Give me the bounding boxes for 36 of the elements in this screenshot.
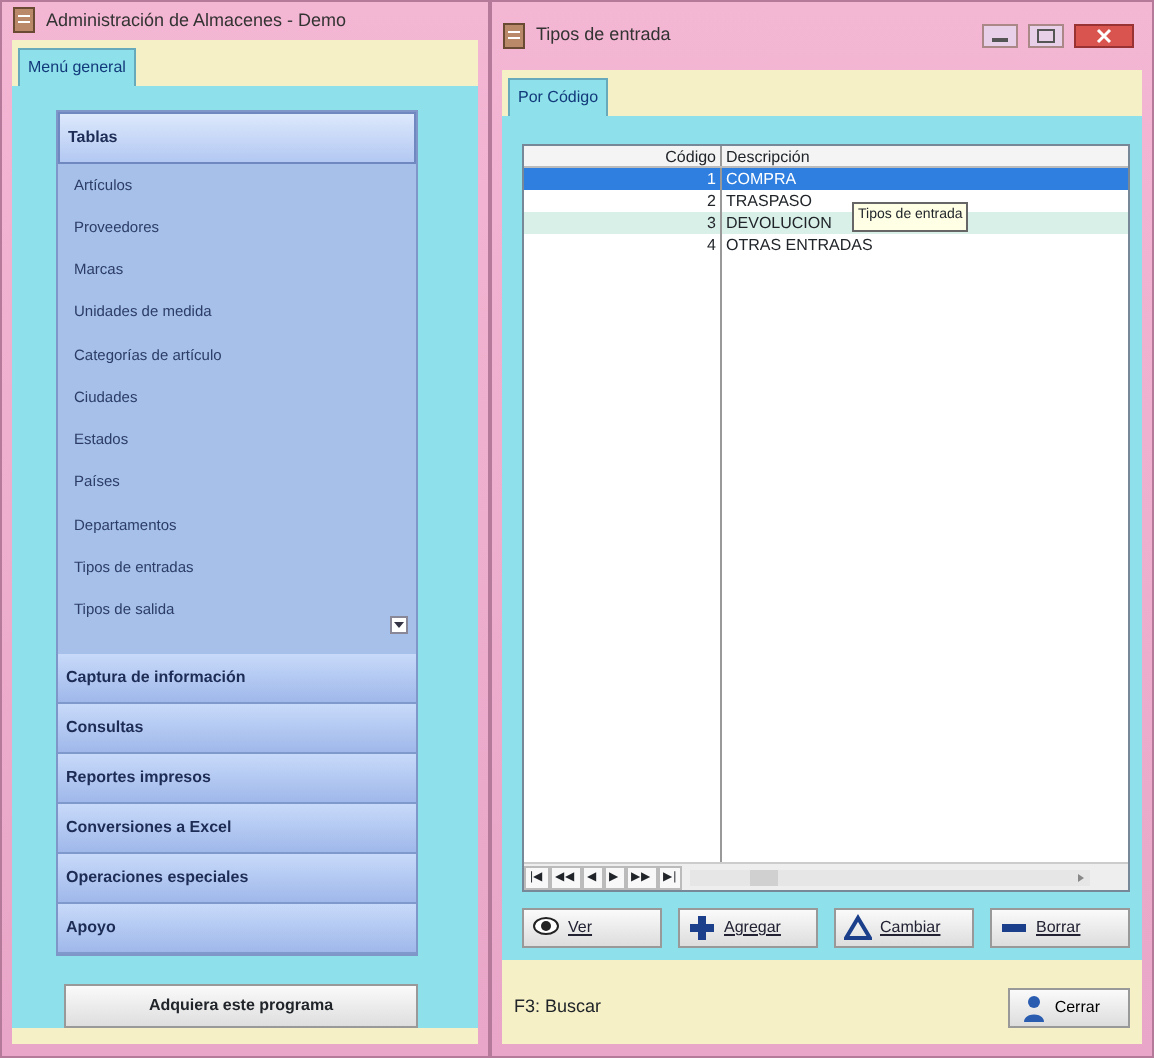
menu-section-header[interactable]: Conversiones a Excel xyxy=(58,804,416,855)
column-header[interactable]: Descripción xyxy=(722,146,1128,166)
table-cell: TRASPASO xyxy=(726,192,812,210)
close-icon xyxy=(1074,24,1134,48)
close-button[interactable]: Cerrar xyxy=(1008,988,1130,1028)
menu-section-header[interactable]: Reportes impresos xyxy=(58,754,416,805)
status-text: F3: Buscar xyxy=(514,994,602,1021)
menu-section-header[interactable]: Tablas xyxy=(58,111,416,164)
edit-button[interactable]: Cambiar xyxy=(834,908,974,948)
buy-button[interactable]: Adquiera este programa xyxy=(64,984,418,1029)
column-header[interactable]: Código xyxy=(524,146,722,166)
view-button[interactable]: Ver xyxy=(522,908,662,948)
minimize-icon xyxy=(982,24,1018,48)
tab[interactable]: Por Código xyxy=(508,78,609,116)
menu-section-header[interactable]: Consultas xyxy=(58,704,416,755)
table-cell: OTRAS ENTRADAS xyxy=(726,236,873,254)
triangle-icon xyxy=(844,914,872,942)
tab[interactable]: Menú general xyxy=(18,47,136,86)
person-icon xyxy=(1022,994,1047,1022)
table-cell: COMPRA xyxy=(726,170,797,188)
app-icon xyxy=(502,22,526,50)
table-cell: DEVOLUCION xyxy=(726,214,832,232)
app-icon xyxy=(12,6,36,35)
plus-icon xyxy=(688,914,716,942)
window-title: Tipos de entrada xyxy=(536,22,671,49)
delete-button[interactable]: Borrar xyxy=(990,908,1130,948)
menu-section-header[interactable]: Operaciones especiales xyxy=(58,854,416,905)
table-cell: 3 xyxy=(524,212,722,234)
menu-section-header[interactable]: Apoyo xyxy=(58,904,416,955)
scroll-down-icon xyxy=(390,616,408,635)
table-cell: 1 xyxy=(524,168,722,190)
window-title: Administración de Almacenes - Demo xyxy=(46,7,347,34)
table-cell: 4 xyxy=(524,234,722,256)
menu-section-header[interactable]: Captura de información xyxy=(58,654,416,705)
add-button[interactable]: Agregar xyxy=(678,908,818,948)
maximize-icon xyxy=(1028,24,1064,48)
